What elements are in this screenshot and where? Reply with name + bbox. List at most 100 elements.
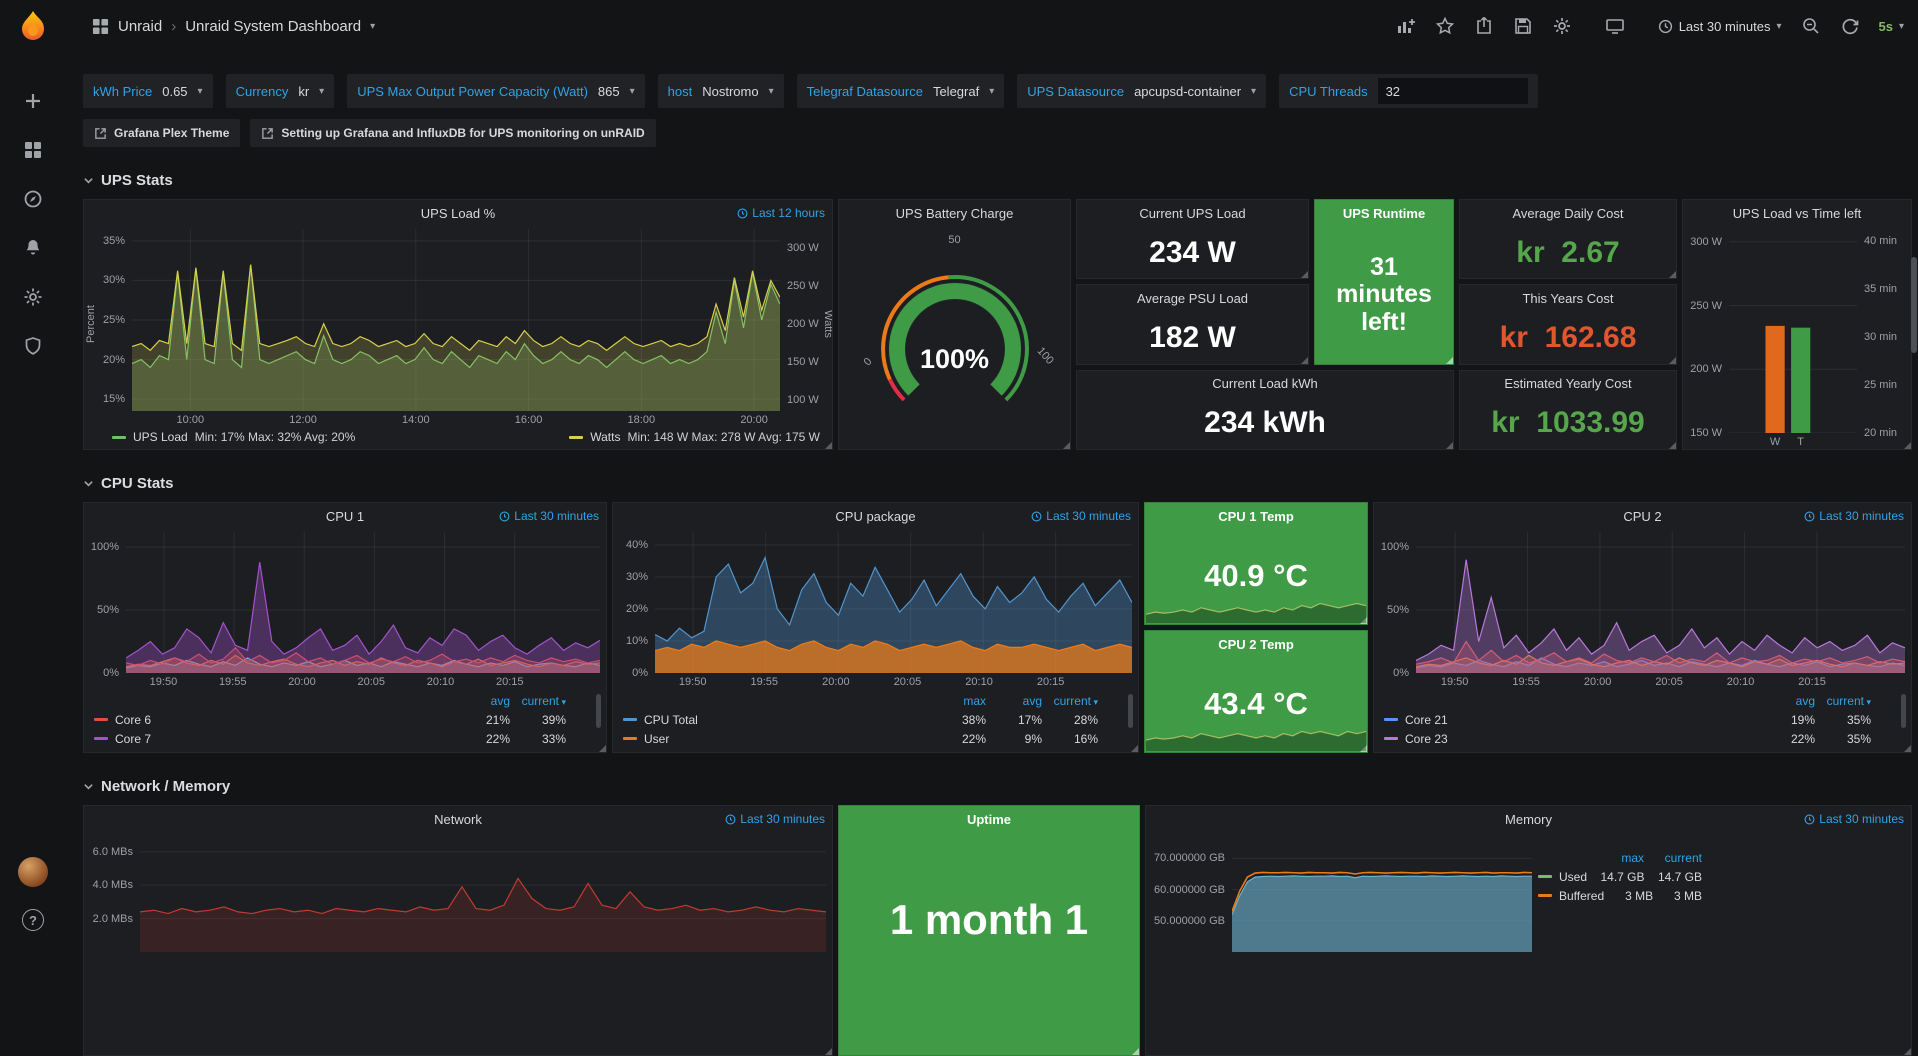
user-avatar[interactable] — [18, 857, 48, 887]
dashboard-settings-gear-icon[interactable] — [1552, 16, 1572, 36]
ups-load-chart[interactable]: Percent Watts 35%30%25%20%15%300 W250 W2… — [84, 226, 832, 427]
legend-scrollbar[interactable] — [1901, 694, 1906, 728]
panel-title[interactable]: CPU package — [835, 509, 915, 524]
legend-col-avg[interactable]: avg — [1759, 694, 1815, 708]
star-icon[interactable] — [1435, 16, 1455, 36]
breadcrumb: Unraid › Unraid System Dashboard ▾ — [92, 18, 375, 35]
apps-grid-icon[interactable] — [92, 18, 109, 35]
add-panel-icon[interactable] — [1396, 16, 1416, 36]
panel-title[interactable]: UPS Load % — [421, 206, 495, 221]
panel-title[interactable]: This Years Cost — [1522, 291, 1613, 306]
series-toggle[interactable]: CPU Total — [623, 713, 930, 727]
series-toggle[interactable]: Buffered — [1538, 889, 1604, 903]
legend-value: 35% — [1815, 713, 1871, 727]
panel-current-ups-load: Current UPS Load 234 W — [1076, 199, 1309, 279]
panel-title[interactable]: Current Load kWh — [1212, 376, 1318, 391]
var-label: CPU Threads — [1289, 84, 1368, 99]
help-icon[interactable]: ? — [22, 909, 44, 931]
legend-col-current[interactable]: current — [1042, 694, 1098, 708]
ups-load-vs-time-chart[interactable]: 300 W250 W200 W150 W40 min35 min30 min25… — [1683, 226, 1911, 449]
panel-ups-load: UPS Load % Last 12 hours Percent Watts 3… — [83, 199, 833, 450]
refresh-interval-picker[interactable]: 5s ▾ — [1879, 19, 1905, 34]
panel-title[interactable]: CPU 2 — [1623, 509, 1661, 524]
row-header-ups-stats[interactable]: UPS Stats — [83, 172, 1912, 189]
legend-col-current[interactable]: current — [1644, 851, 1702, 865]
panel-title[interactable]: UPS Load vs Time left — [1733, 206, 1862, 221]
cpu-package-chart[interactable]: 40%30%20%10%0%19:5019:5520:0020:0520:102… — [613, 529, 1138, 689]
var-currency[interactable]: Currency kr ▾ — [226, 74, 335, 108]
var-kwh-price[interactable]: kWh Price 0.65 ▾ — [83, 74, 213, 108]
legend-col-avg[interactable]: avg — [454, 694, 510, 708]
legend-value: 21% — [454, 713, 510, 727]
row-title: UPS Stats — [101, 172, 173, 189]
series-toggle[interactable]: Core 6 — [94, 713, 454, 727]
panel-title[interactable]: Current UPS Load — [1139, 206, 1245, 221]
legend-item[interactable]: Watts Min: 148 W Max: 278 W Avg: 175 W — [569, 430, 820, 444]
cpu1-chart[interactable]: 100%50%0%19:5019:5520:0020:0520:1020:15 — [84, 529, 606, 689]
var-ups-datasource[interactable]: UPS Datasource apcupsd-container ▾ — [1017, 74, 1266, 108]
create-plus-icon[interactable] — [22, 90, 44, 112]
link-grafana-plex-theme[interactable]: Grafana Plex Theme — [83, 119, 240, 147]
var-label: Currency — [236, 84, 289, 99]
admin-shield-icon[interactable] — [22, 335, 44, 357]
save-icon[interactable] — [1513, 16, 1533, 36]
share-icon[interactable] — [1474, 16, 1494, 36]
dashboard-title[interactable]: Unraid System Dashboard — [185, 18, 361, 35]
panel-network: Network Last 30 minutes 6.0 MBs4.0 MBs2.… — [83, 805, 833, 1056]
dashboards-icon[interactable] — [22, 139, 44, 161]
tv-mode-icon[interactable] — [1605, 16, 1625, 36]
legend-col-max[interactable]: max — [930, 694, 986, 708]
panel-title[interactable]: CPU 1 Temp — [1218, 509, 1294, 524]
link-ups-monitoring-guide[interactable]: Setting up Grafana and InfluxDB for UPS … — [250, 119, 655, 147]
panel-title[interactable]: Estimated Yearly Cost — [1504, 376, 1631, 391]
var-host[interactable]: host Nostromo ▾ — [658, 74, 784, 108]
alerting-bell-icon[interactable] — [22, 237, 44, 259]
network-chart[interactable]: 6.0 MBs4.0 MBs2.0 MBs — [84, 832, 832, 952]
series-toggle[interactable]: Core 7 — [94, 732, 454, 746]
row-header-cpu-stats[interactable]: CPU Stats — [83, 475, 1912, 492]
legend-scrollbar[interactable] — [596, 694, 601, 728]
chevron-down-icon[interactable]: ▾ — [370, 21, 375, 32]
panel-title[interactable]: CPU 2 Temp — [1218, 637, 1294, 652]
panel-title[interactable]: Average Daily Cost — [1512, 206, 1623, 221]
chevron-down-icon: ▾ — [630, 86, 635, 97]
grafana-logo-icon[interactable] — [13, 8, 53, 48]
breadcrumb-folder[interactable]: Unraid — [118, 18, 162, 35]
panel-title[interactable]: Memory — [1505, 812, 1552, 827]
cpu2-chart[interactable]: 100%50%0%19:5019:5520:0020:0520:1020:15 — [1374, 529, 1911, 689]
panel-title[interactable]: Network — [434, 812, 482, 827]
var-label: UPS Max Output Power Capacity (Watt) — [357, 84, 588, 99]
legend-col-current[interactable]: current — [510, 694, 566, 708]
series-toggle[interactable]: Core 21 — [1384, 713, 1759, 727]
zoom-out-icon[interactable] — [1801, 16, 1821, 36]
series-toggle[interactable]: Used — [1538, 870, 1587, 884]
stat-value: 182 W — [1077, 311, 1308, 363]
cpu-threads-input[interactable] — [1378, 78, 1528, 104]
var-telegraf-datasource[interactable]: Telegraf Datasource Telegraf ▾ — [797, 74, 1005, 108]
panel-title[interactable]: CPU 1 — [326, 509, 364, 524]
clock-icon — [1804, 511, 1815, 522]
panel-title[interactable]: Average PSU Load — [1137, 291, 1248, 306]
page-scrollbar[interactable] — [1911, 257, 1917, 353]
panel-title[interactable]: Uptime — [967, 812, 1011, 827]
explore-compass-icon[interactable] — [22, 188, 44, 210]
panel-title[interactable]: UPS Runtime — [1343, 206, 1425, 221]
legend-item[interactable]: UPS Load Min: 17% Max: 32% Avg: 20% — [112, 430, 355, 444]
legend-col-current[interactable]: current — [1815, 694, 1871, 708]
refresh-icon[interactable] — [1840, 16, 1860, 36]
legend-scrollbar[interactable] — [1128, 694, 1133, 728]
series-toggle[interactable]: Core 23 — [1384, 732, 1759, 746]
stat-value: kr 1033.99 — [1460, 397, 1676, 449]
series-toggle[interactable]: User — [623, 732, 930, 746]
time-range-picker[interactable]: Last 30 minutes ▾ — [1658, 19, 1782, 34]
configuration-gear-icon[interactable] — [22, 286, 44, 308]
sidebar-menu — [22, 90, 44, 357]
legend-col-avg[interactable]: avg — [986, 694, 1042, 708]
stat-value: 234 kWh — [1077, 397, 1453, 449]
legend-col-max[interactable]: max — [1586, 851, 1644, 865]
memory-chart[interactable]: 70.000000 GB60.000000 GB50.000000 GB — [1146, 832, 1538, 952]
cpu-stats-row: CPU 1 Last 30 minutes 100%50%0%19:5019:5… — [83, 502, 1912, 753]
var-ups-max-output[interactable]: UPS Max Output Power Capacity (Watt) 865… — [347, 74, 644, 108]
row-header-network-memory[interactable]: Network / Memory — [83, 778, 1912, 795]
panel-title[interactable]: UPS Battery Charge — [896, 206, 1014, 221]
